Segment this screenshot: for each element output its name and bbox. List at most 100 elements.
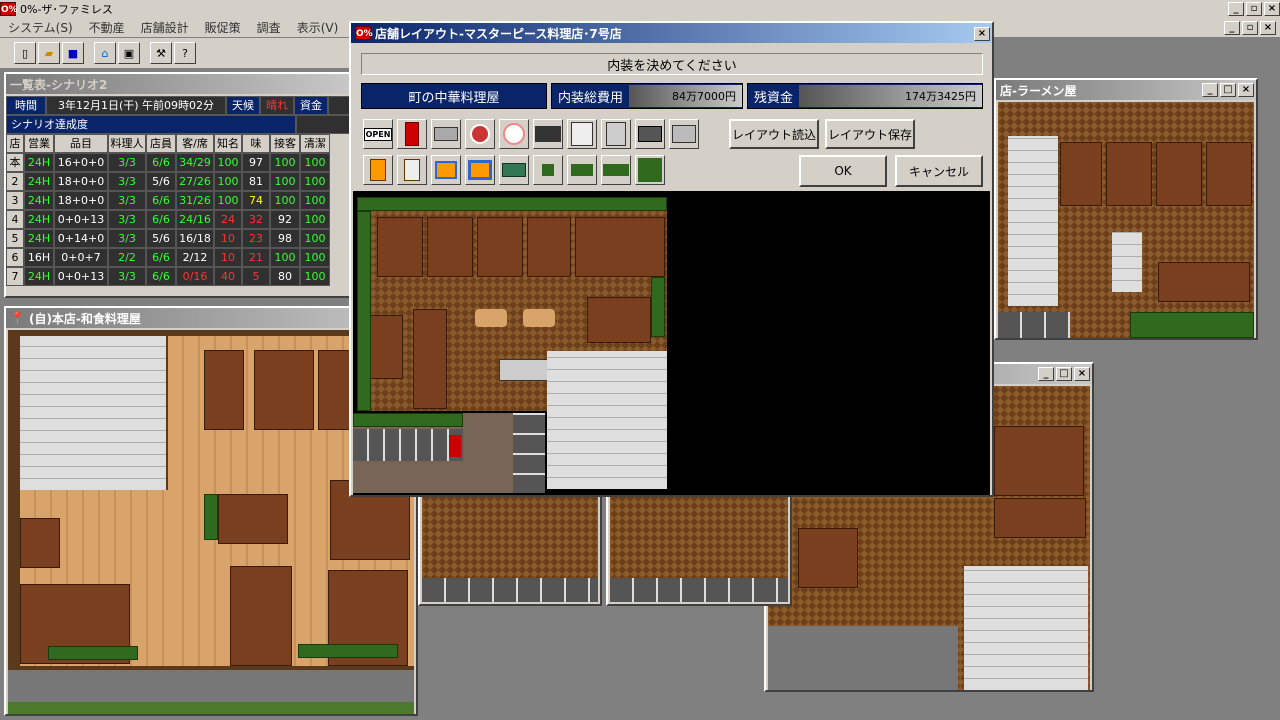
- minimize-icon[interactable]: _: [1228, 2, 1244, 16]
- time-value: 3年12月1日(干) 午前09時02分: [46, 96, 226, 115]
- column-header[interactable]: 品目: [54, 134, 108, 153]
- open-sign-icon[interactable]: OPEN: [363, 119, 393, 149]
- column-header[interactable]: 清潔: [300, 134, 330, 153]
- column-header[interactable]: 客/席: [176, 134, 214, 153]
- wall-blue-double-icon[interactable]: [465, 155, 495, 185]
- lr-close-icon[interactable]: ×: [1074, 367, 1090, 381]
- food-dish-icon[interactable]: [465, 119, 495, 149]
- list-window: 一覧表-シナリオ2 時間 3年12月1日(干) 午前09時02分 天候 晴れ 資…: [4, 72, 352, 298]
- mdi-minimize-icon[interactable]: _: [1224, 20, 1240, 35]
- column-header[interactable]: 知名: [214, 134, 242, 153]
- lr-maximize-icon[interactable]: □: [1056, 367, 1072, 381]
- table-row[interactable]: 5 24H 0+14+0 3/3 5/6 16/18 10 23 98 100: [6, 229, 350, 248]
- plant-block-icon[interactable]: [635, 155, 665, 185]
- table-cell: 16+0+0: [54, 153, 108, 172]
- app-icon: O%: [0, 2, 18, 16]
- new-file-icon[interactable]: ▯: [14, 42, 36, 64]
- ramen-maximize-icon[interactable]: □: [1220, 83, 1236, 97]
- table-row[interactable]: 2 24H 18+0+0 3/3 5/6 27/26 100 81 100 100: [6, 172, 350, 191]
- column-header[interactable]: 営業: [24, 134, 54, 153]
- table-row[interactable]: 本 24H 16+0+0 3/3 6/6 34/29 100 97 100 100: [6, 153, 350, 172]
- menu-store-design[interactable]: 店舗設計: [133, 19, 197, 36]
- table-row[interactable]: 3 24H 18+0+0 3/3 6/6 31/26 100 74 100 100: [6, 191, 350, 210]
- mdi-close-icon[interactable]: ×: [1260, 20, 1276, 35]
- table-cell: 100: [270, 153, 300, 172]
- save-disk-icon[interactable]: ■: [62, 42, 84, 64]
- oven-icon[interactable]: [635, 119, 665, 149]
- wall-corner-white-icon[interactable]: [397, 155, 427, 185]
- menu-realestate[interactable]: 不動産: [81, 19, 133, 36]
- balance-value: 174万3425円: [799, 85, 982, 107]
- wall-blue-orange-icon[interactable]: [431, 155, 461, 185]
- ok-button[interactable]: OK: [799, 155, 887, 187]
- column-header[interactable]: 店: [6, 134, 24, 153]
- cancel-button[interactable]: キャンセル: [895, 155, 983, 187]
- plant-small-icon[interactable]: [533, 155, 563, 185]
- table-cell: 100: [270, 191, 300, 210]
- table-cell: 100: [300, 172, 330, 191]
- plate-icon[interactable]: [499, 119, 529, 149]
- grill-icon[interactable]: [669, 119, 699, 149]
- plant-pair-icon[interactable]: [567, 155, 597, 185]
- plant-triple-icon[interactable]: [601, 155, 631, 185]
- menu-promotion[interactable]: 販促策: [197, 19, 249, 36]
- table-cell: 本: [6, 153, 24, 172]
- save-layout-button[interactable]: レイアウト保存: [825, 119, 915, 149]
- menu-research[interactable]: 調査: [249, 19, 289, 36]
- dialog-app-icon: O%: [355, 26, 373, 40]
- mid-left-game-view[interactable]: [422, 494, 598, 602]
- toolbar: ▯ ▰ ■ ⌂ ▣ ⚒ ?: [0, 38, 360, 68]
- layout-canvas[interactable]: [353, 191, 990, 495]
- open-folder-icon[interactable]: ▰: [38, 42, 60, 64]
- column-header[interactable]: 接客: [270, 134, 300, 153]
- table-row[interactable]: 7 24H 0+0+13 3/3 6/6 0/16 40 5 80 100: [6, 267, 350, 286]
- ramen-minimize-icon[interactable]: _: [1202, 83, 1218, 97]
- load-layout-button[interactable]: レイアウト読込: [729, 119, 819, 149]
- table-cell: 10: [214, 229, 242, 248]
- sink-icon[interactable]: [601, 119, 631, 149]
- layout-dialog: O% 店舗レイアウト-マスターピース料理店･7号店 × 内装を決めてください 町…: [349, 21, 994, 497]
- table-cell: 24H: [24, 267, 54, 286]
- restore-icon[interactable]: ▫: [1246, 2, 1262, 16]
- tools-icon[interactable]: ⚒: [150, 42, 172, 64]
- ramen-close-icon[interactable]: ×: [1238, 83, 1254, 97]
- table-row[interactable]: 4 24H 0+0+13 3/3 6/6 24/16 24 32 92 100: [6, 210, 350, 229]
- table-cell: 24H: [24, 191, 54, 210]
- register-icon[interactable]: ▣: [118, 42, 140, 64]
- mdi-restore-icon[interactable]: ▫: [1242, 20, 1258, 35]
- lr-minimize-icon[interactable]: _: [1038, 367, 1054, 381]
- dialog-close-icon[interactable]: ×: [974, 27, 990, 41]
- table-cell: 16/18: [176, 229, 214, 248]
- help-icon[interactable]: ?: [174, 42, 196, 64]
- table-cell: 80: [270, 267, 300, 286]
- menu-view[interactable]: 表示(V): [289, 19, 347, 36]
- ramen-game-view[interactable]: [998, 102, 1254, 338]
- column-header[interactable]: 料理人: [108, 134, 146, 153]
- stove-icon[interactable]: [533, 119, 563, 149]
- table-cell: 3: [6, 191, 24, 210]
- store-icon[interactable]: ⌂: [94, 42, 116, 64]
- fridge-icon[interactable]: [567, 119, 597, 149]
- column-header[interactable]: 店員: [146, 134, 176, 153]
- store-type-box: 町の中華料理屋: [361, 83, 547, 109]
- store-window-mid-right: [606, 490, 792, 606]
- counter-green-icon[interactable]: [499, 155, 529, 185]
- close-icon[interactable]: ×: [1264, 2, 1280, 16]
- table-cell: 27/26: [176, 172, 214, 191]
- table-cell: 100: [270, 248, 300, 267]
- menu-system[interactable]: システム(S): [0, 19, 81, 36]
- wall-corner-orange-icon[interactable]: [363, 155, 393, 185]
- table-cell: 100: [300, 191, 330, 210]
- table-cell: 18+0+0: [54, 191, 108, 210]
- time-label: 時間: [6, 96, 46, 115]
- red-car-icon[interactable]: [397, 119, 427, 149]
- cost-box: 内装総費用 84万7000円: [551, 83, 743, 109]
- table-cell: 6/6: [146, 191, 176, 210]
- table-cell: 5: [242, 267, 270, 286]
- register-counter-icon[interactable]: [431, 119, 461, 149]
- mid-right-game-view[interactable]: [610, 494, 788, 602]
- table-row[interactable]: 6 16H 0+0+7 2/2 6/6 2/12 10 21 100 100: [6, 248, 350, 267]
- achievement-label: シナリオ達成度: [6, 115, 296, 134]
- honten-title: (自)本店-和食料理屋: [28, 311, 141, 326]
- column-header[interactable]: 味: [242, 134, 270, 153]
